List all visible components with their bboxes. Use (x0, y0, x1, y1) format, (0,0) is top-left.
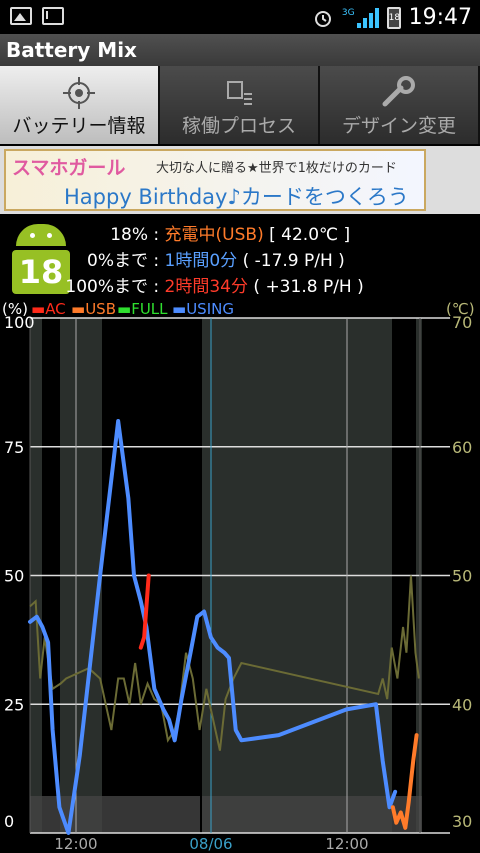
time-to-empty-label: 0%まで (87, 251, 148, 271)
x-tick-label: 12:00 (54, 835, 97, 853)
battery-history-chart: 100 70 75 60 50 50 25 40 0 30 12:00 08/06 12:00 (4, 316, 472, 853)
battery-temperature: [ 42.0℃ ] (263, 225, 351, 245)
time-to-empty-value: 1時間0分 (164, 251, 238, 271)
battery-status-row: 18% : 充電中(USB) [ 42.0℃ ] (62, 220, 350, 245)
banner-brand: スマホガール (12, 157, 126, 179)
shade-band (30, 796, 200, 833)
y-right-tick-label: 70 (452, 316, 472, 332)
tab-label: デザイン変更 (341, 115, 456, 137)
crosshair-icon (63, 77, 95, 109)
banner-tagline: 大切な人に贈る★世界で1枚だけのカード (156, 161, 397, 176)
time-to-full-row: 100%まで : 2時間34分 ( +31.8 P/H ) (62, 272, 364, 297)
discharge-rate: ( -17.9 P/H ) (237, 251, 345, 271)
y-right-tick-label: 40 (452, 695, 472, 714)
mail-notification-icon (42, 7, 64, 25)
app-title: Battery Mix (6, 38, 137, 62)
separator: : (148, 251, 165, 271)
y-right-tick-label: 50 (452, 567, 472, 586)
signal-strength-icon (356, 7, 379, 28)
charge-rate: ( +31.8 P/H ) (248, 277, 364, 297)
status-bar: 3G 18 19:47 (0, 0, 480, 34)
charging-status: 充電中(USB) (164, 225, 264, 245)
ad-banner[interactable]: スマホガール 大切な人に贈る★世界で1枚だけのカード Happy Birthda… (0, 146, 480, 214)
tab-design-change[interactable]: デザイン変更 (320, 66, 480, 144)
wrench-icon (382, 76, 415, 107)
tab-battery-info[interactable]: バッテリー情報 (0, 66, 160, 144)
x-tick-label: 12:00 (325, 835, 368, 853)
y-left-tick-label: 75 (4, 438, 24, 457)
battery-status-icon: 18 (386, 6, 401, 29)
time-to-full-value: 2時間34分 (164, 277, 248, 297)
app-title-bar: Battery Mix (0, 34, 480, 66)
tab-label: バッテリー情報 (12, 115, 146, 137)
alarm-icon (314, 10, 331, 27)
y-right-tick-label: 30 (452, 812, 472, 831)
tab-bar: バッテリー情報 稼働プロセス デザイン変更 (0, 66, 480, 144)
tab-running-processes[interactable]: 稼働プロセス (160, 66, 320, 144)
y-left-tick-label: 0 (4, 812, 14, 831)
time-to-empty-row: 0%まで : 1時間0分 ( -17.9 P/H ) (62, 246, 345, 271)
process-list-icon (227, 81, 252, 105)
y-left-tick-label: 50 (4, 567, 24, 586)
network-type-label: 3G (341, 7, 355, 18)
x-tick-label: 08/06 (189, 835, 232, 853)
status-clock: 19:47 (408, 5, 472, 30)
time-to-full-label: 100%まで (65, 277, 148, 297)
y-left-tick-label: 25 (4, 695, 24, 714)
tab-label: 稼働プロセス (181, 115, 296, 137)
battery-percent: 18% (110, 225, 148, 245)
image-notification-icon (10, 7, 32, 25)
banner-headline: Happy Birthday♪カードをつくろう (64, 185, 409, 209)
separator: : (148, 277, 165, 297)
separator: : (148, 225, 165, 245)
y-right-tick-label: 60 (452, 438, 472, 457)
y-left-tick-label: 100 (4, 316, 35, 332)
notification-icons (10, 7, 64, 25)
battery-info-panel: 18 18% : 充電中(USB) [ 42.0℃ ] 0%まで : 1時間0分… (0, 214, 480, 298)
